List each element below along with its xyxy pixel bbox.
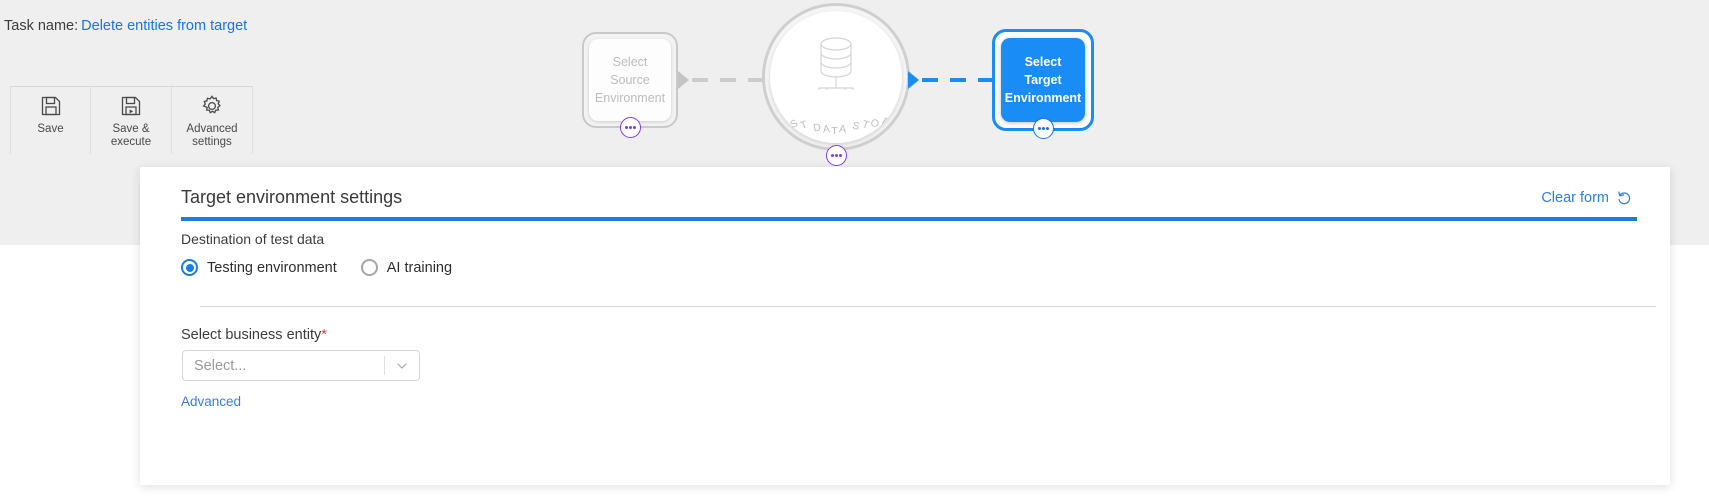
task-name-link[interactable]: Delete entities from target [81,18,247,34]
undo-arrow-icon [1616,190,1632,206]
save-button-label: Save [37,123,64,135]
task-name-label: Task name: [4,18,79,34]
flow-node-store-caption: TEST DATA STORE [770,114,902,137]
flow-connector-source-to-store [678,71,764,89]
ellipsis-icon-dot [835,154,838,157]
flow-node-target-menu-button[interactable] [1033,118,1054,139]
radio-dot-icon [360,259,378,276]
radio-ai-training[interactable]: AI training [360,259,453,276]
ellipsis-icon-dot [624,126,628,129]
connector-dashes [922,78,994,82]
advanced-settings-button[interactable]: Advanced settings [172,87,253,154]
database-icon [805,33,867,99]
clear-form-button[interactable]: Clear form [1541,190,1632,206]
page-title: Target environment settings [181,187,403,207]
advanced-settings-button-label: Advanced settings [186,123,238,148]
radio-dot-icon [181,259,198,276]
save-icon [39,94,63,118]
task-name-row: Task name: Delete entities from target [4,18,247,34]
flow-node-select-target-environment[interactable]: Select Target Environment [992,29,1094,131]
radio-testing-environment[interactable]: Testing environment [181,259,337,276]
connector-dashes [692,78,764,82]
advanced-link[interactable]: Advanced [181,394,241,409]
flow-connector-store-to-target [908,71,994,89]
flow-node-select-source-environment[interactable]: Select Source Environment [582,32,678,128]
connector-arrow-icon [908,71,919,89]
flow-node-store-menu-button[interactable] [826,145,847,166]
business-entity-label-text: Select business entity [181,327,322,343]
section-divider [200,306,1656,307]
ellipsis-icon-dot [839,154,843,157]
save-and-execute-button[interactable]: Save & execute [91,87,172,154]
required-marker: * [321,327,327,343]
ellipsis-icon-dot [830,154,834,157]
ellipsis-icon-dot [1037,127,1041,130]
business-entity-label: Select business entity* [181,327,327,343]
target-environment-settings-panel: Target environment settings Clear form D… [140,167,1670,485]
flow-node-target-label: Select Target Environment [1001,38,1085,122]
business-entity-select-value: Select... [194,357,247,374]
flow-node-source-menu-button[interactable] [620,117,641,138]
title-underline [181,217,1637,221]
ellipsis-icon-dot [629,126,632,129]
gear-icon [200,94,224,118]
radio-testing-environment-label: Testing environment [207,259,337,276]
ellipsis-icon-dot [1042,127,1045,130]
flow-node-test-data-store[interactable]: TEST DATA STORE [762,3,910,151]
connector-arrow-icon [678,71,689,89]
save-and-execute-button-label: Save & execute [110,123,152,148]
save-button[interactable]: Save [10,87,91,154]
flow-node-store-inner: TEST DATA STORE [770,11,902,143]
radio-ai-training-label: AI training [386,259,453,276]
task-flow-diagram: Select Source Environment TEST DATA STOR… [560,0,1180,175]
save-execute-icon [119,94,143,118]
toolbar: Save Save & execute Advanced settings [10,86,253,154]
ellipsis-icon-dot [1046,127,1050,130]
chevron-down-icon[interactable] [385,358,419,374]
ellipsis-icon-dot [633,126,637,129]
destination-label: Destination of test data [181,231,325,247]
clear-form-label: Clear form [1541,190,1609,206]
destination-radio-group: Testing environment AI training [181,259,452,276]
business-entity-select[interactable]: Select... [182,350,420,381]
flow-node-source-label: Select Source Environment [589,39,671,121]
